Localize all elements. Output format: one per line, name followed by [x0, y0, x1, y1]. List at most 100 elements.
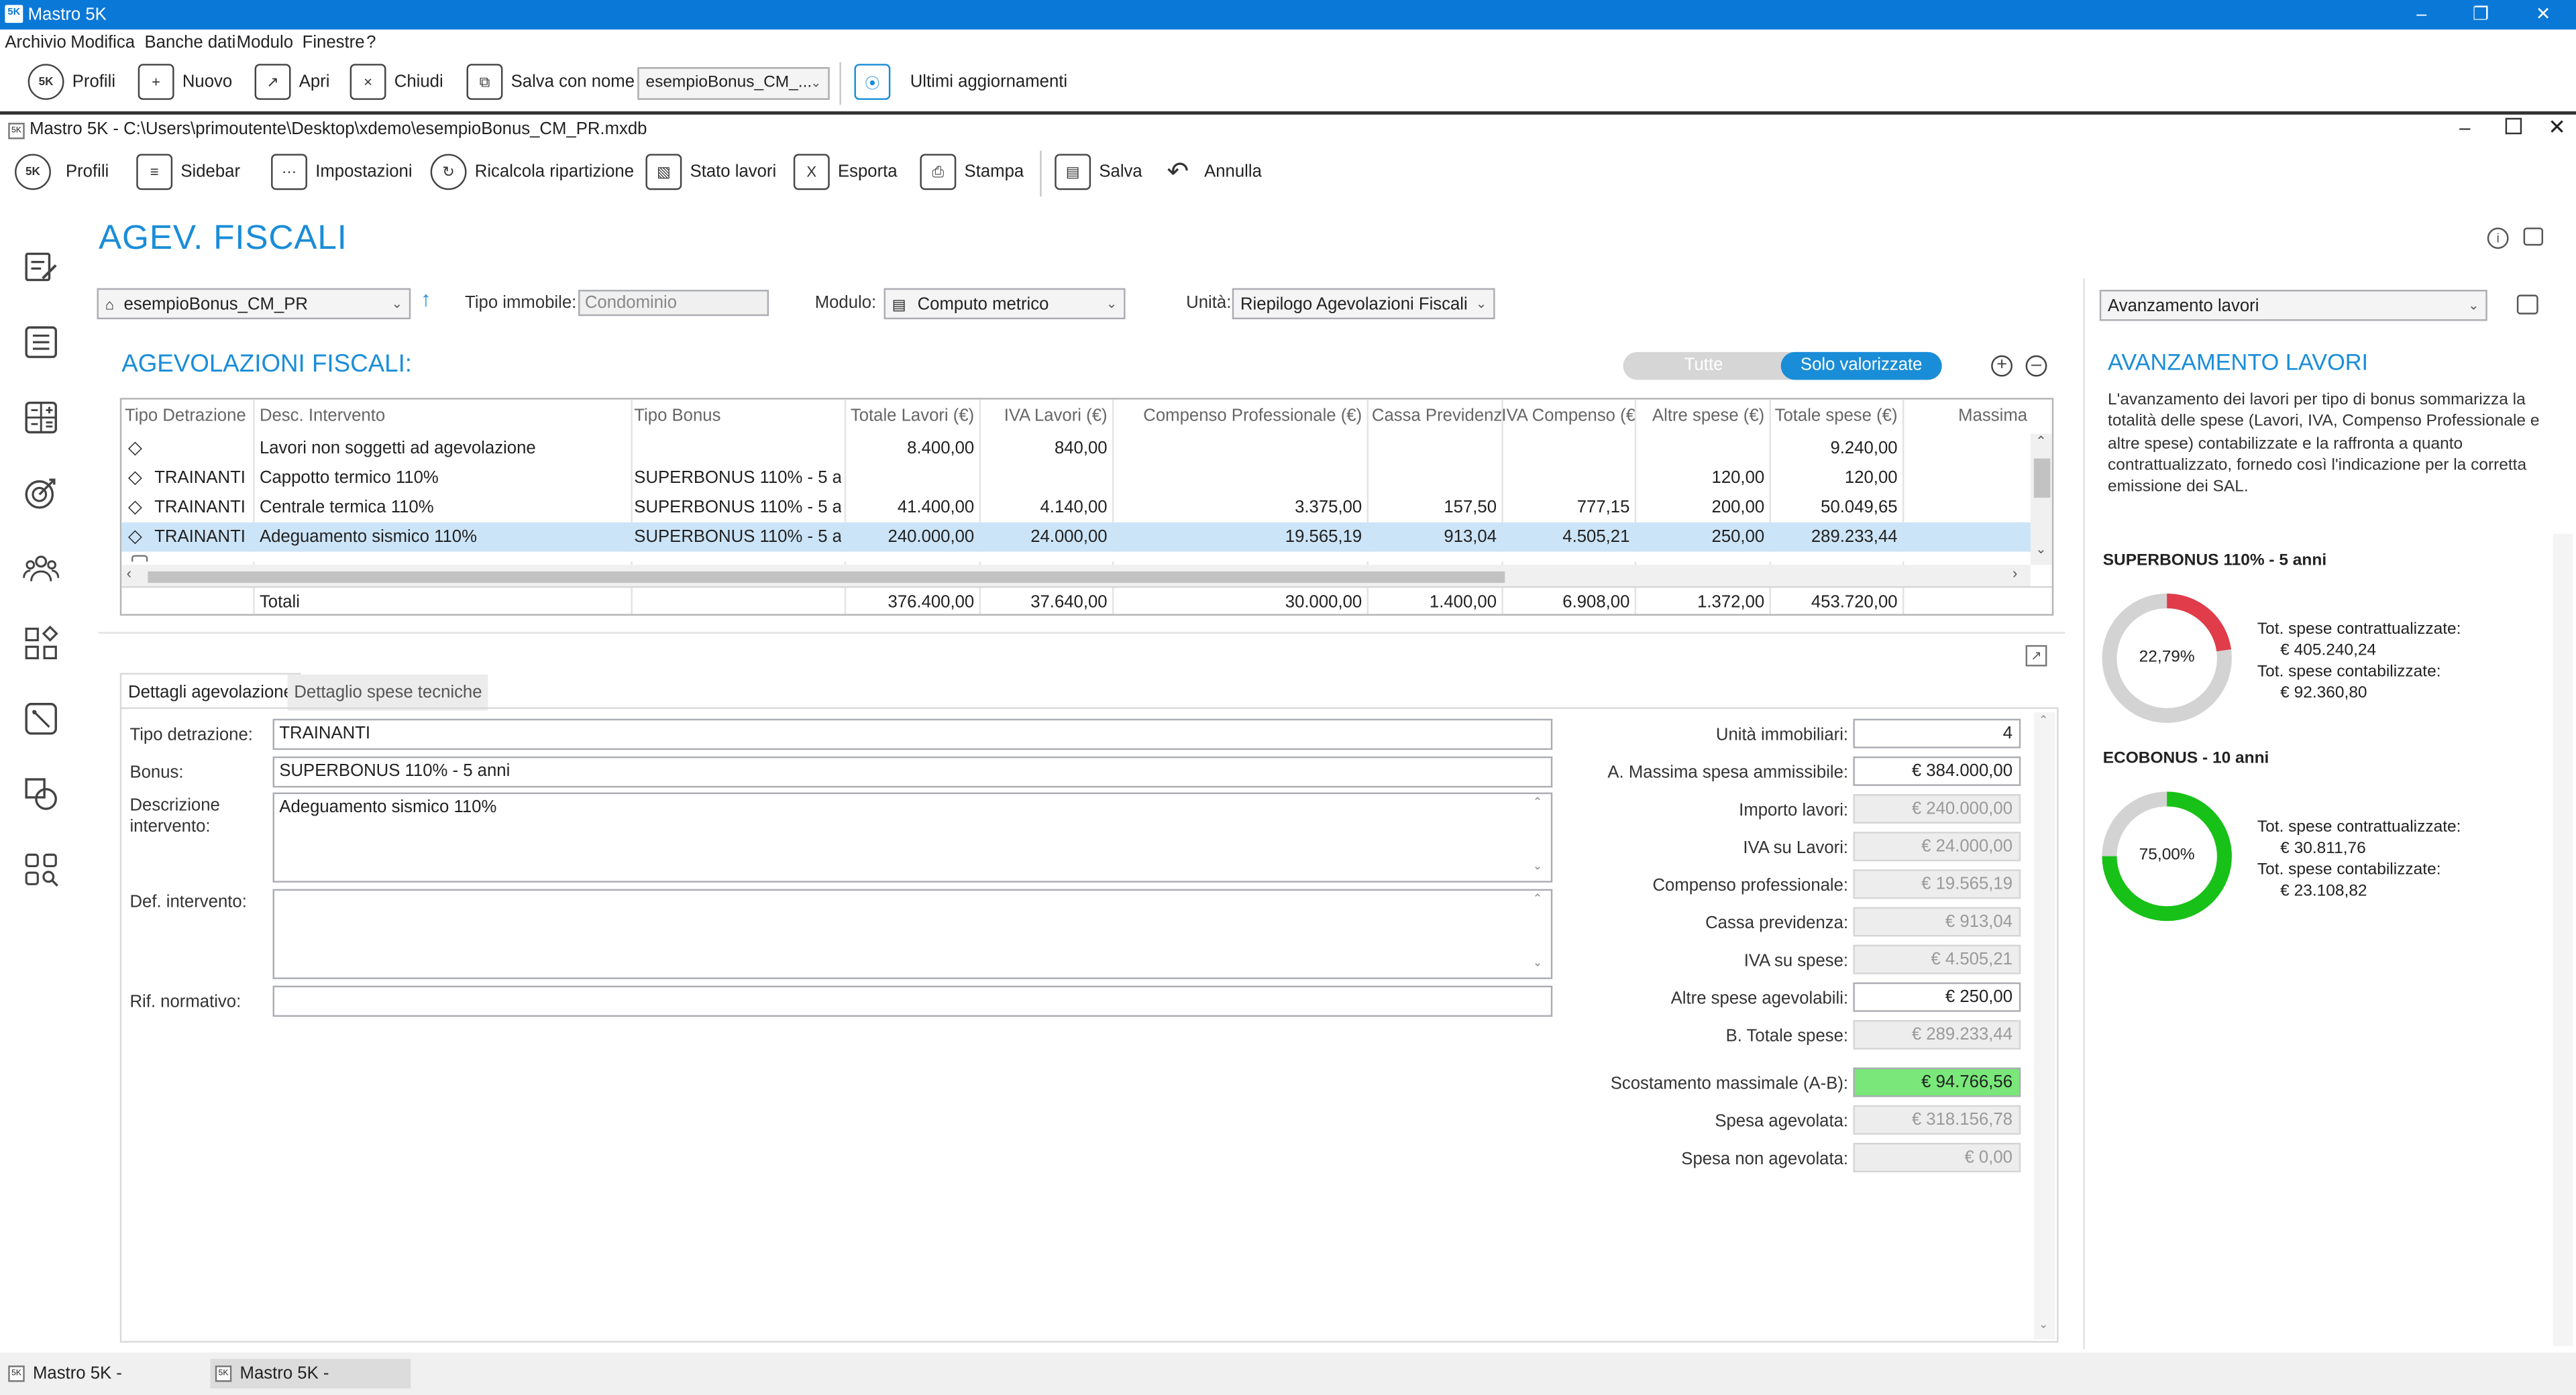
- grid-header[interactable]: IVA Compenso (€): [1501, 401, 1634, 431]
- grid-header[interactable]: IVA Lavori (€): [979, 401, 1112, 431]
- salva-con-nome-button[interactable]: ⧉ Salva con nome: [466, 64, 635, 100]
- vertical-scrollbar[interactable]: ⌃ ⌄: [2030, 433, 2052, 565]
- stampa-button[interactable]: ⎙ Stampa: [920, 154, 1024, 190]
- profili-doc-button[interactable]: 5K Profili: [15, 154, 109, 190]
- tipo-detrazione-field[interactable]: TRAINANTI: [272, 718, 1553, 750]
- open-file-select[interactable]: esempioBonus_CM_... ⌄: [637, 67, 830, 100]
- edit-notes-icon[interactable]: [23, 249, 59, 285]
- scroll-left-icon[interactable]: ‹: [127, 565, 131, 581]
- toggle-tutte[interactable]: Tutte: [1623, 352, 1784, 380]
- chiudi-button[interactable]: × Chiudi: [350, 64, 443, 100]
- massima-spesa-field[interactable]: € 384.000,00: [1853, 756, 2021, 786]
- scroll-down-icon[interactable]: ⌄: [1533, 860, 1542, 873]
- menu-banche-dati[interactable]: Banche dati: [145, 33, 236, 52]
- nuovo-button[interactable]: + Nuovo: [138, 64, 232, 100]
- stato-lavori-button[interactable]: ▧ Stato lavori: [645, 154, 776, 190]
- details-scrollbar[interactable]: ⌃ ⌄: [2033, 712, 2055, 1339]
- ricalcola-button[interactable]: ↻ Ricalcola ripartizione: [430, 154, 634, 190]
- rif-normativo-field[interactable]: [272, 985, 1553, 1017]
- menu-modulo[interactable]: Modulo: [237, 33, 293, 52]
- grid-header[interactable]: Tipo Detrazione: [125, 401, 253, 431]
- scostamento-field: € 94.766,56: [1853, 1067, 2021, 1097]
- annulla-button[interactable]: ↶ Annulla: [1159, 154, 1262, 190]
- right-panel-scrollbar[interactable]: [2553, 533, 2573, 1346]
- impostazioni-button[interactable]: ⋯ Impostazioni: [271, 154, 413, 190]
- grid-header[interactable]: Totale spese (€): [1770, 401, 1902, 431]
- grid-header[interactable]: Desc. Intervento: [260, 401, 628, 431]
- close-app-button[interactable]: ✕: [2517, 0, 2569, 30]
- bonus-field[interactable]: SUPERBONUS 110% - 5 anni: [272, 756, 1553, 788]
- profili-main-button[interactable]: 5K Profili: [28, 64, 115, 100]
- search-grid-icon[interactable]: [23, 851, 59, 887]
- salva-label: Salva: [1099, 162, 1142, 182]
- grid-header[interactable]: Massima spe: [1958, 401, 2031, 431]
- grid-header[interactable]: Cassa Previdenz...: [1372, 401, 1501, 431]
- toggle-solo-valorizzate[interactable]: Solo valorizzate: [1780, 351, 1942, 380]
- menu-modifica[interactable]: Modifica: [70, 33, 135, 52]
- totale-spese-label: B. Totale spese:: [1725, 1026, 1849, 1047]
- stampa-label: Stampa: [964, 162, 1024, 182]
- menu-archivio[interactable]: Archivio: [5, 33, 66, 52]
- apri-button[interactable]: ↗ Apri: [254, 64, 329, 100]
- tab-dettagli-agevolazione[interactable]: Dettagli agevolazione: [119, 673, 302, 710]
- menu-finestre[interactable]: Finestre: [303, 33, 365, 52]
- scroll-up-icon[interactable]: ⌃: [2039, 714, 2048, 727]
- ricalcola-label: Ricalcola ripartizione: [474, 162, 634, 182]
- table-row[interactable]: ◇ TRAINANTI Centrale termica 110% SUPERB…: [121, 493, 2031, 522]
- scrollbar-thumb[interactable]: [2033, 458, 2051, 498]
- esporta-button[interactable]: X Esporta: [793, 154, 898, 190]
- tag-icon[interactable]: [23, 701, 59, 737]
- ultimi-aggiornamenti-button[interactable]: ⦿ Ultimi aggiornamenti: [854, 64, 1067, 100]
- up-arrow-icon[interactable]: ↑: [421, 286, 431, 311]
- def-intervento-textarea[interactable]: [272, 889, 1553, 979]
- chat-icon[interactable]: [2523, 227, 2544, 246]
- calculator-icon[interactable]: [23, 400, 59, 436]
- scroll-down-icon[interactable]: ⌄: [2039, 1318, 2048, 1331]
- salva-button[interactable]: ▤ Salva: [1055, 154, 1142, 190]
- users-icon[interactable]: [23, 550, 60, 586]
- altre-spese-field[interactable]: € 250,00: [1853, 982, 2021, 1012]
- grid-header[interactable]: Altre spese (€): [1635, 401, 1770, 431]
- table-row-selected[interactable]: ◇ TRAINANTI Adeguamento sismico 110% SUP…: [121, 522, 2031, 552]
- grid-cell: 157,50: [1444, 498, 1497, 518]
- toolbar-divider: [839, 62, 841, 105]
- table-row[interactable]: ◇ Lavori non soggetti ad agevolazione 8.…: [121, 434, 2031, 463]
- menu-help[interactable]: ?: [366, 33, 376, 52]
- scroll-down-icon[interactable]: ⌄: [2035, 542, 2046, 557]
- list-icon[interactable]: [23, 324, 59, 360]
- unita-immobiliari-field[interactable]: 4: [1853, 718, 2021, 748]
- scroll-right-icon[interactable]: ›: [2012, 565, 2017, 581]
- grid-header[interactable]: Compenso Professionale (€): [1112, 401, 1367, 431]
- add-row-icon[interactable]: +: [1991, 355, 2012, 377]
- modulo-select[interactable]: ▤ Computo metrico ⌄: [883, 288, 1126, 320]
- scroll-up-icon[interactable]: ⌃: [2035, 434, 2046, 449]
- scrollbar-thumb[interactable]: [148, 571, 1505, 583]
- tag-icon: [131, 555, 148, 562]
- unita-select[interactable]: Riepilogo Agevolazioni Fiscali ⌄: [1232, 288, 1495, 320]
- tab-dettaglio-spese-tecniche[interactable]: Dettaglio spese tecniche: [287, 674, 489, 711]
- shapes-icon[interactable]: [23, 776, 59, 812]
- horizontal-scrollbar[interactable]: ‹ ›: [121, 565, 2031, 588]
- task-tab-active[interactable]: 5K Mastro 5K - C:\Users\p...: [210, 1359, 411, 1395]
- grid-header[interactable]: Tipo Bonus: [634, 401, 841, 431]
- right-panel-select[interactable]: Avanzamento lavori ⌄: [2099, 290, 2487, 321]
- target-icon[interactable]: [23, 475, 59, 511]
- tag-icon: ◇: [128, 468, 142, 488]
- doc-maximize-button[interactable]: [2505, 117, 2522, 135]
- info-icon[interactable]: i: [2487, 227, 2509, 249]
- remove-row-icon[interactable]: –: [2025, 355, 2047, 377]
- table-row[interactable]: ◇ TRAINANTI Cappotto termico 110% SUPERB…: [121, 463, 2031, 493]
- descrizione-textarea[interactable]: Adeguamento sismico 110%: [272, 792, 1553, 883]
- minimize-button[interactable]: –: [2396, 0, 2448, 30]
- archive-icon[interactable]: [2516, 294, 2538, 315]
- doc-minimize-button[interactable]: –: [2459, 116, 2470, 139]
- restore-button[interactable]: ❐: [2455, 0, 2507, 30]
- modules-icon[interactable]: [23, 625, 59, 662]
- project-select[interactable]: ⌂ esempioBonus_CM_PR ⌄: [97, 288, 411, 320]
- sidebar-button[interactable]: ≡ Sidebar: [136, 154, 240, 190]
- expand-icon[interactable]: ↗: [2025, 645, 2047, 667]
- filter-toggle[interactable]: Tutte Solo valorizzate: [1623, 351, 1942, 380]
- task-tab[interactable]: 5K Mastro 5K - C:\Users\p...: [3, 1359, 207, 1395]
- doc-close-button[interactable]: ✕: [2548, 115, 2566, 141]
- grid-header[interactable]: Totale Lavori (€): [845, 401, 979, 431]
